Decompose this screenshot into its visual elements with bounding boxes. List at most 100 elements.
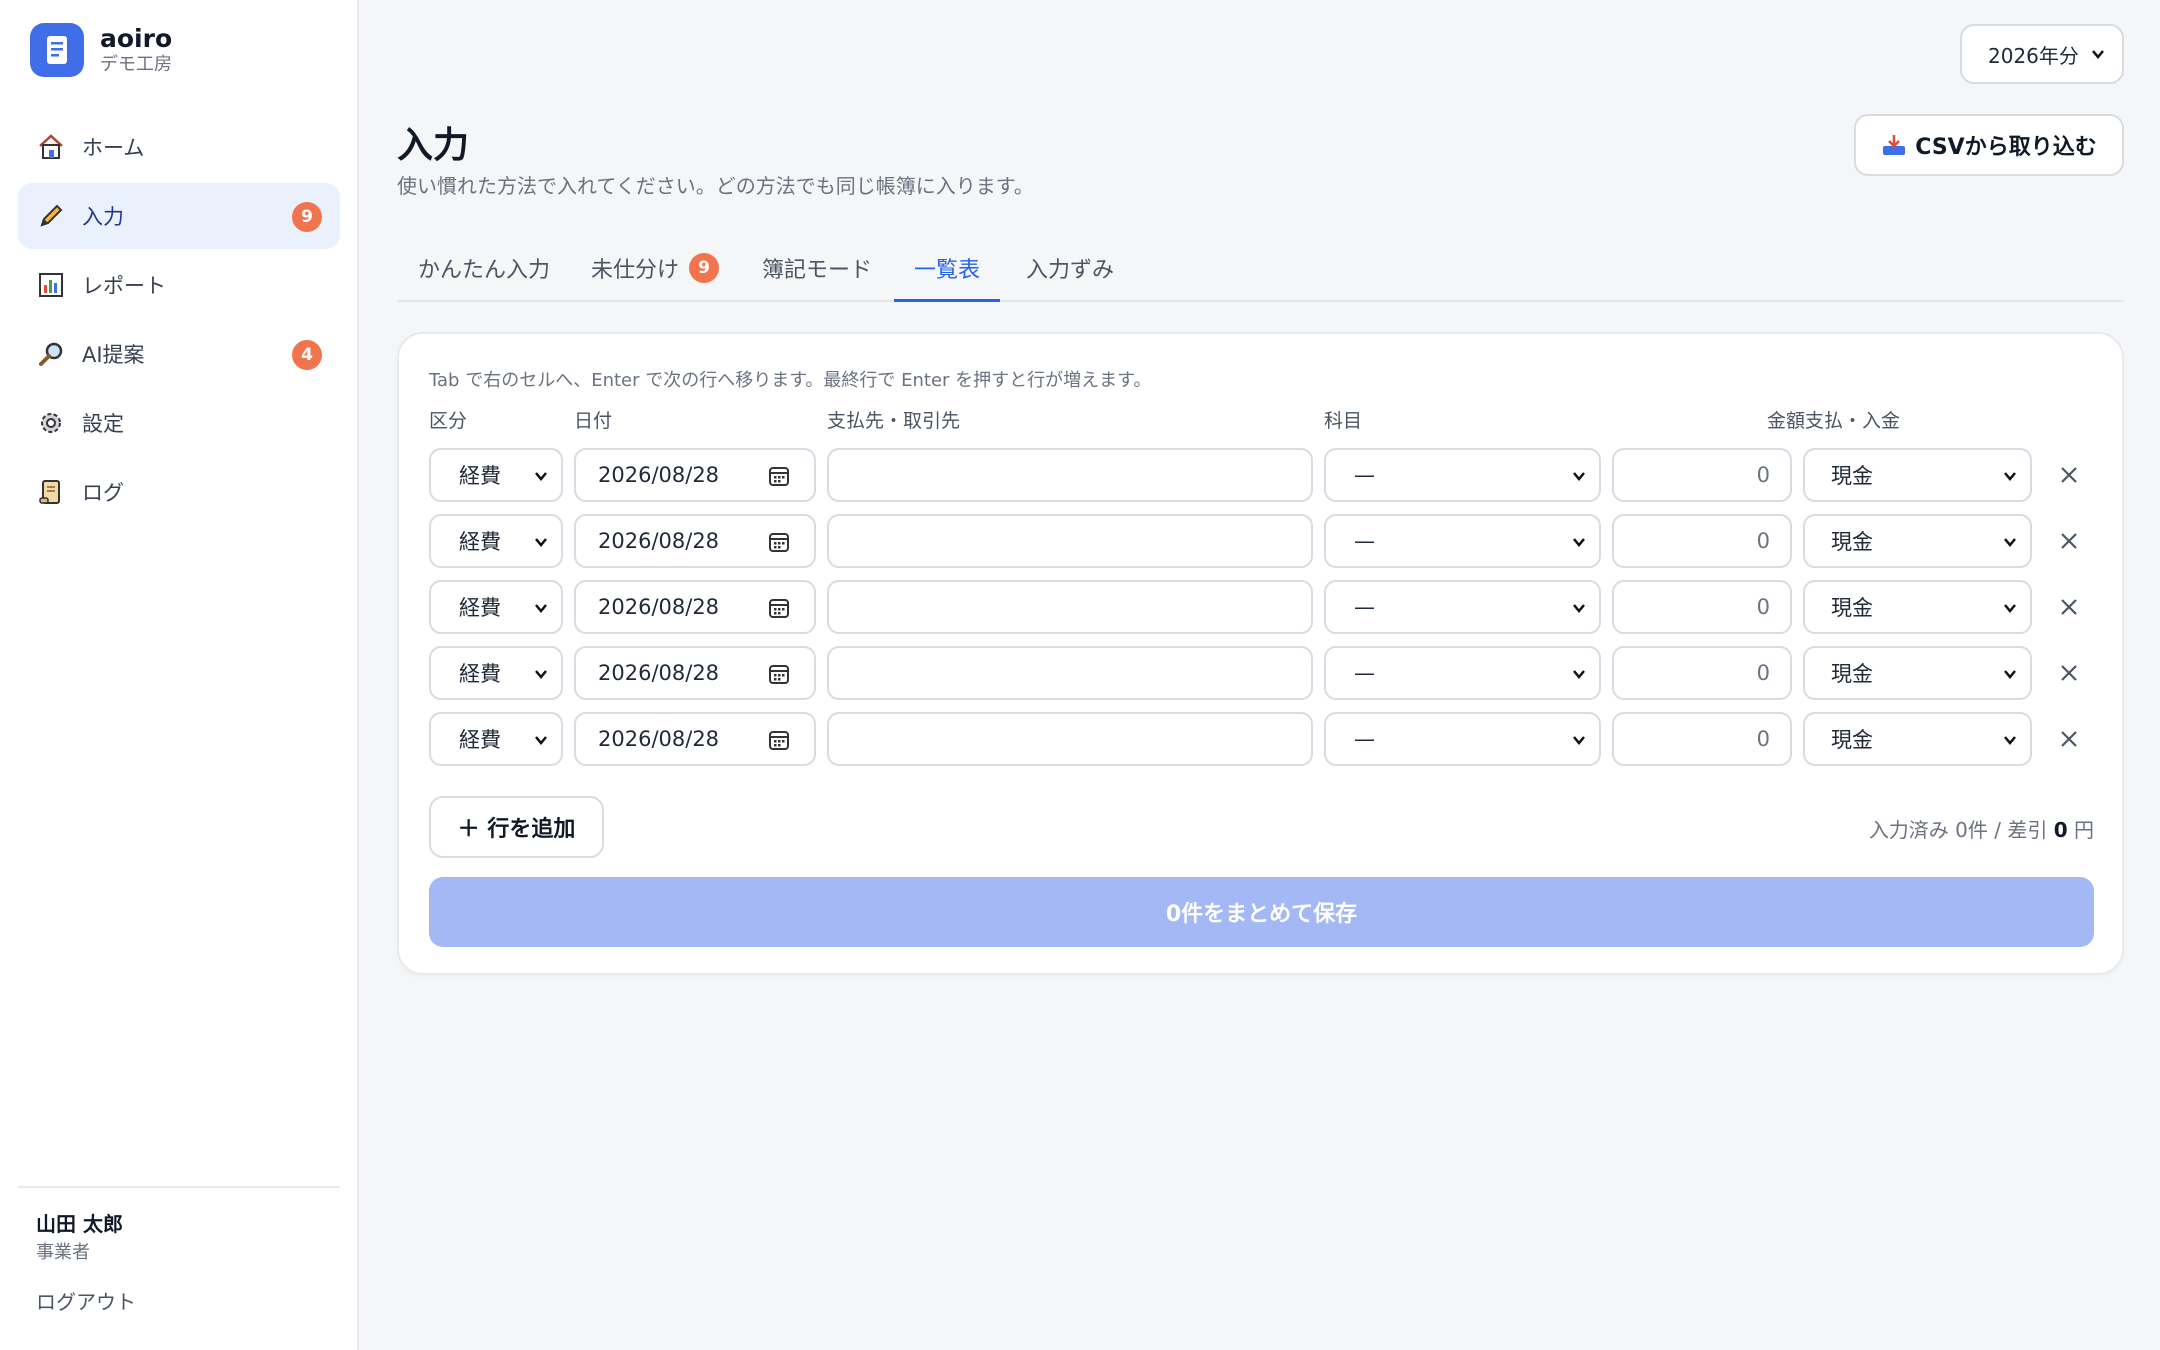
subject-select[interactable]: — [1324,646,1601,700]
payment-method-value: 現金 [1831,728,1873,752]
sidebar-item-home[interactable]: ホーム [18,114,340,180]
date-input[interactable]: 2026/08/28 [574,712,816,766]
date-value: 2026/08/28 [598,529,720,553]
subject-select[interactable]: — [1324,580,1601,634]
logout-link[interactable]: ログアウト [36,1286,136,1315]
sidebar-item-ai[interactable]: AI提案 4 [18,321,340,387]
subject-select[interactable]: — [1324,514,1601,568]
chevron-down-icon [2004,472,2016,481]
kubun-select[interactable]: 経費 [429,646,563,700]
tab-bookkeeping-mode[interactable]: 簿記モード [762,236,872,300]
calendar-icon[interactable] [768,465,790,487]
bulk-entry-card: Tab で右のセルへ、Enter で次の行へ移ります。最終行で Enter を押… [397,332,2124,975]
kubun-value: 経費 [459,662,501,686]
subject-select[interactable]: — [1324,712,1601,766]
user-role: 事業者 [36,1242,90,1263]
sidebar-item-input[interactable]: 入力 9 [18,183,340,249]
amount-input[interactable]: 0 [1612,514,1792,568]
amount-input[interactable]: 0 [1612,646,1792,700]
kubun-value: 経費 [459,530,501,554]
kubun-select[interactable]: 経費 [429,580,563,634]
summary-prefix: 入力済み 0件 / 差引 [1868,818,2054,842]
sidebar-item-settings[interactable]: 設定 [18,390,340,456]
sidebar-item-label: 入力 [82,205,124,229]
calendar-icon[interactable] [768,531,790,553]
subject-value: — [1354,727,1375,751]
year-select-value: 2026年分 [1988,43,2079,68]
kubun-select[interactable]: 経費 [429,448,563,502]
calendar-icon[interactable] [768,729,790,751]
chevron-down-icon [2092,50,2104,59]
payee-input[interactable] [827,514,1313,568]
tab-label: 入力ずみ [1026,258,1115,283]
kubun-select[interactable]: 経費 [429,514,563,568]
subject-value: — [1354,661,1375,685]
chevron-down-icon [1573,538,1585,547]
calendar-icon[interactable] [768,597,790,619]
amount-input[interactable]: 0 [1612,448,1792,502]
sidebar-nav: ホーム 入力 9 レポート AI提案 4 設定 ログ [18,114,340,528]
close-icon[interactable] [2055,659,2083,687]
amount-input[interactable]: 0 [1612,712,1792,766]
org-name: デモ工房 [100,54,172,75]
calendar-icon[interactable] [768,663,790,685]
gear-icon [36,408,66,438]
tab-label: 一覧表 [914,258,981,283]
tab-entered[interactable]: 入力ずみ [1026,236,1114,300]
sidebar-item-label: レポート [82,274,166,298]
date-input[interactable]: 2026/08/28 [574,514,816,568]
csv-import-label: CSVから取り込む [1915,135,2097,160]
payment-method-select[interactable]: 現金 [1803,646,2032,700]
date-input[interactable]: 2026/08/28 [574,646,816,700]
payee-input[interactable] [827,646,1313,700]
close-icon[interactable] [2055,593,2083,621]
close-icon[interactable] [2055,461,2083,489]
csv-import-button[interactable]: CSVから取り込む [1854,114,2124,176]
save-all-button[interactable]: 0件をまとめて保存 [429,877,2094,947]
payment-method-value: 現金 [1831,662,1873,686]
brand[interactable]: aoiro デモ工房 [30,23,172,77]
sidebar-item-log[interactable]: ログ [18,459,340,525]
tab-label: 簿記モード [762,258,873,283]
inbox-tray-icon [1881,133,1907,157]
date-input[interactable]: 2026/08/28 [574,448,816,502]
subject-value: — [1354,463,1375,487]
payment-method-value: 現金 [1831,464,1873,488]
column-header-amount-method: 金額支払・入金 [1767,410,1901,432]
tab-unsorted[interactable]: 未仕分け 9 [591,236,720,300]
payee-input[interactable] [827,712,1313,766]
column-header-subject: 科目 [1324,410,1363,432]
close-icon[interactable] [2055,725,2083,753]
user-name: 山田 太郎 [36,1212,123,1236]
chevron-down-icon [1573,736,1585,745]
table-row: 経費 2026/08/28 — 0 現金 [399,646,2122,700]
payment-method-select[interactable]: 現金 [1803,712,2032,766]
page-subtitle: 使い慣れた方法で入れてください。どの方法でも同じ帳簿に入ります。 [397,174,1034,198]
year-select[interactable]: 2026年分 [1960,24,2124,84]
kubun-select[interactable]: 経費 [429,712,563,766]
tab-easy-input[interactable]: かんたん入力 [418,236,550,300]
payee-input[interactable] [827,580,1313,634]
sidebar-item-report[interactable]: レポート [18,252,340,318]
tab-list[interactable]: 一覧表 [894,236,1001,302]
scroll-icon [36,477,66,507]
home-icon [36,132,66,162]
add-row-button[interactable]: ＋ 行を追加 [429,796,604,858]
amount-input[interactable]: 0 [1612,580,1792,634]
count-badge: 9 [689,253,720,283]
app-name: aoiro [100,24,173,53]
payment-method-select[interactable]: 現金 [1803,514,2032,568]
subject-select[interactable]: — [1324,448,1601,502]
chevron-down-icon [535,670,547,679]
sidebar-item-label: ホーム [82,136,145,160]
close-icon[interactable] [2055,527,2083,555]
payment-method-select[interactable]: 現金 [1803,580,2032,634]
date-input[interactable]: 2026/08/28 [574,580,816,634]
payment-method-select[interactable]: 現金 [1803,448,2032,502]
bar-chart-icon [36,270,66,300]
payee-input[interactable] [827,448,1313,502]
chevron-down-icon [2004,670,2016,679]
column-header-kubun: 区分 [429,410,468,432]
sidebar-item-label: AI提案 [82,343,145,367]
kubun-value: 経費 [459,596,501,620]
